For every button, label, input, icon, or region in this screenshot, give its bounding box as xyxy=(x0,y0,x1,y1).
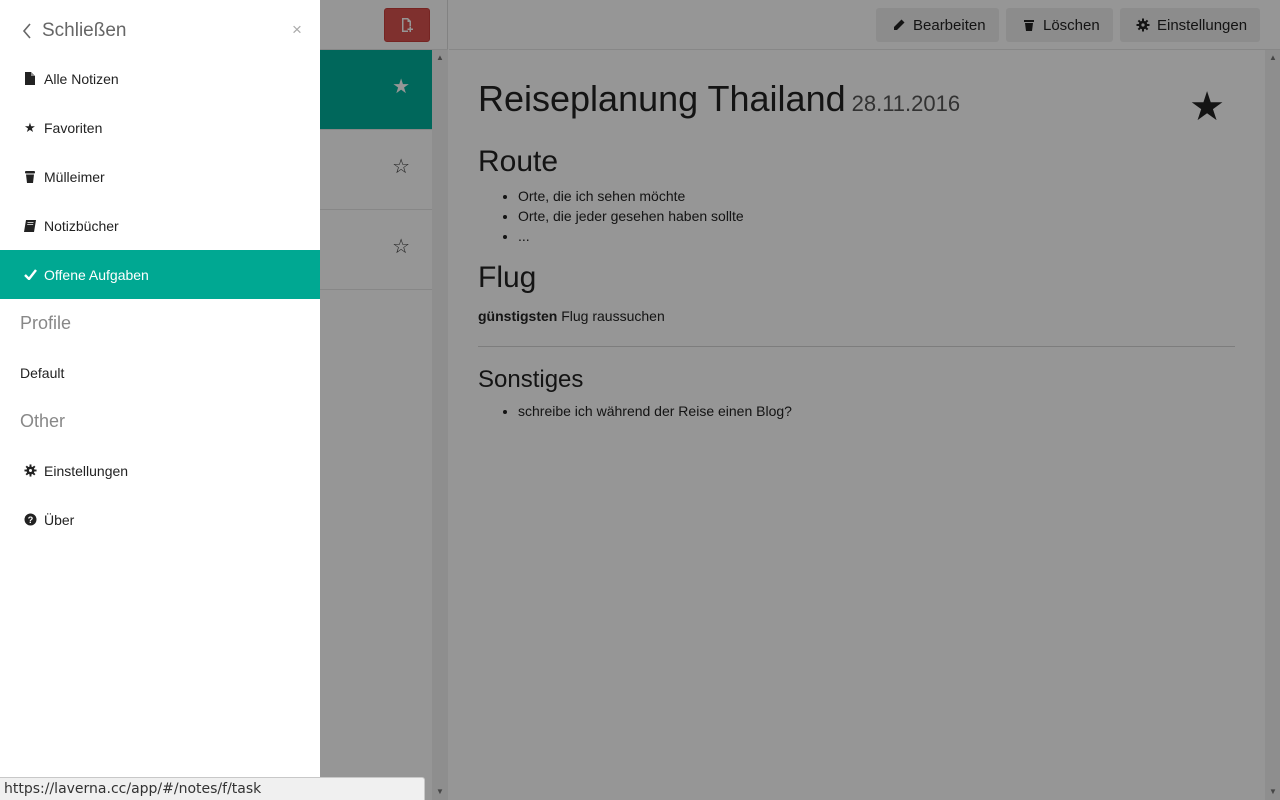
sidebar-item-label: Einstellungen xyxy=(44,462,129,479)
sidebar-item-favorites[interactable]: ★ Favoriten xyxy=(0,103,320,152)
star-icon: ★ xyxy=(24,119,36,135)
sidebar-item-label: Alle Notizen xyxy=(44,70,119,87)
gear-icon xyxy=(23,464,37,478)
sidebar-item-label: Notizbücher xyxy=(44,217,119,234)
sidebar-item-label: Offene Aufgaben xyxy=(44,266,149,283)
trash-icon xyxy=(23,170,37,184)
sidebar-item-label: Mülleimer xyxy=(44,168,105,185)
sidebar-item-label: Über xyxy=(44,511,75,528)
sidebar-drawer: Schließen × Alle Notizen ★ Favoriten Mül… xyxy=(0,0,320,800)
sidebar-item-all-notes[interactable]: Alle Notizen xyxy=(0,54,320,103)
sidebar-item-notebooks[interactable]: Notizbücher xyxy=(0,201,320,250)
question-circle-icon: ? xyxy=(23,513,37,527)
book-icon xyxy=(23,219,37,233)
svg-text:?: ? xyxy=(27,515,33,525)
check-icon xyxy=(23,268,37,282)
sidebar-header: Schließen × xyxy=(0,0,320,62)
close-label: Schließen xyxy=(42,20,127,41)
profile-item-default[interactable]: Default xyxy=(0,348,320,397)
sidebar-item-settings[interactable]: Einstellungen xyxy=(0,446,320,495)
profile-section-heading: Profile xyxy=(20,313,72,333)
sidebar-item-about[interactable]: ? Über xyxy=(0,495,320,544)
close-icon[interactable]: × xyxy=(292,20,302,40)
sidebar-item-open-tasks[interactable]: Offene Aufgaben xyxy=(0,250,320,299)
close-sidebar-button[interactable]: Schließen xyxy=(22,20,127,42)
file-icon xyxy=(23,72,37,86)
link-status-bar: https://laverna.cc/app/#/notes/f/task xyxy=(0,777,425,800)
sidebar-nav: Alle Notizen ★ Favoriten Mülleimer Notiz… xyxy=(0,54,320,544)
sidebar-item-label: Favoriten xyxy=(44,119,103,136)
chevron-left-icon xyxy=(22,23,31,39)
other-section-heading: Other xyxy=(20,411,66,431)
sidebar-item-trash[interactable]: Mülleimer xyxy=(0,152,320,201)
